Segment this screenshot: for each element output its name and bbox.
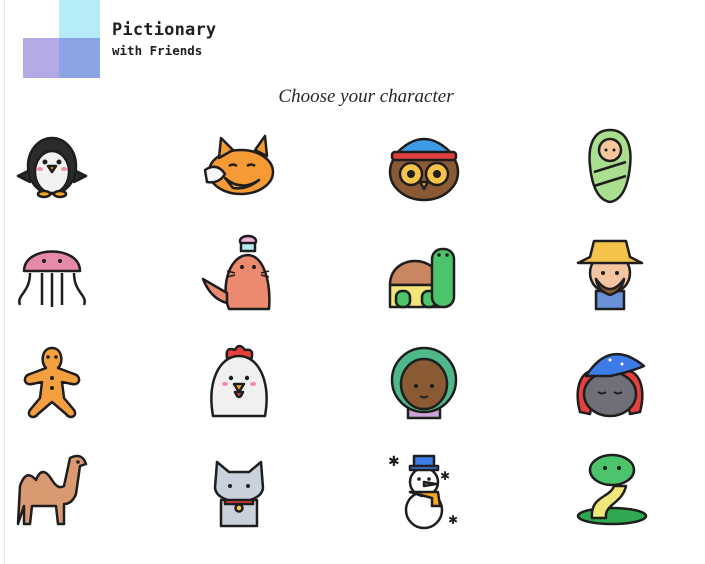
jellyfish-icon xyxy=(18,250,86,307)
penguin-icon xyxy=(16,136,88,199)
character-cat[interactable] xyxy=(199,450,279,530)
character-farmer[interactable] xyxy=(570,233,650,313)
character-owl[interactable] xyxy=(384,126,464,206)
app-subtitle: with Friends xyxy=(112,43,203,58)
character-baby[interactable] xyxy=(570,126,650,206)
fox-icon xyxy=(203,134,275,196)
snowman-icon: ✱ ✱ ✱ xyxy=(388,454,458,530)
character-fox[interactable] xyxy=(199,126,279,206)
svg-text:✱: ✱ xyxy=(388,454,400,470)
character-girl[interactable] xyxy=(384,342,464,422)
app-logo xyxy=(23,0,101,78)
character-turtle[interactable] xyxy=(384,233,464,313)
svg-text:✱: ✱ xyxy=(448,513,458,527)
character-gingerbread[interactable] xyxy=(12,342,92,422)
farmer-icon xyxy=(576,239,644,311)
snake-icon xyxy=(576,453,648,526)
brand: Pictionary with Friends xyxy=(112,20,216,58)
divider xyxy=(4,0,5,564)
character-camel[interactable] xyxy=(12,450,92,530)
wizard-rabbit-icon xyxy=(576,352,646,418)
character-rooster[interactable] xyxy=(199,342,279,422)
character-jellyfish[interactable] xyxy=(12,233,92,313)
character-rabbit[interactable] xyxy=(570,342,650,422)
gingerbread-man-icon xyxy=(23,346,81,419)
svg-text:✱: ✱ xyxy=(440,469,450,483)
page-title: Choose your character xyxy=(278,86,454,107)
camel-icon xyxy=(16,454,88,526)
character-snake[interactable] xyxy=(570,450,650,530)
turtle-icon xyxy=(388,247,456,309)
rooster-icon xyxy=(210,344,268,418)
character-select-page: Pictionary with Friends Choose your char… xyxy=(0,0,705,564)
character-seal[interactable] xyxy=(199,233,279,313)
character-snowman[interactable]: ✱ ✱ ✱ xyxy=(384,450,464,530)
seal-icon xyxy=(201,234,271,311)
girl-icon xyxy=(390,346,458,420)
app-title: Pictionary xyxy=(112,20,217,40)
owl-icon xyxy=(388,137,460,202)
cat-icon xyxy=(213,460,265,528)
swaddled-baby-icon xyxy=(588,128,632,204)
character-penguin[interactable] xyxy=(12,126,92,206)
